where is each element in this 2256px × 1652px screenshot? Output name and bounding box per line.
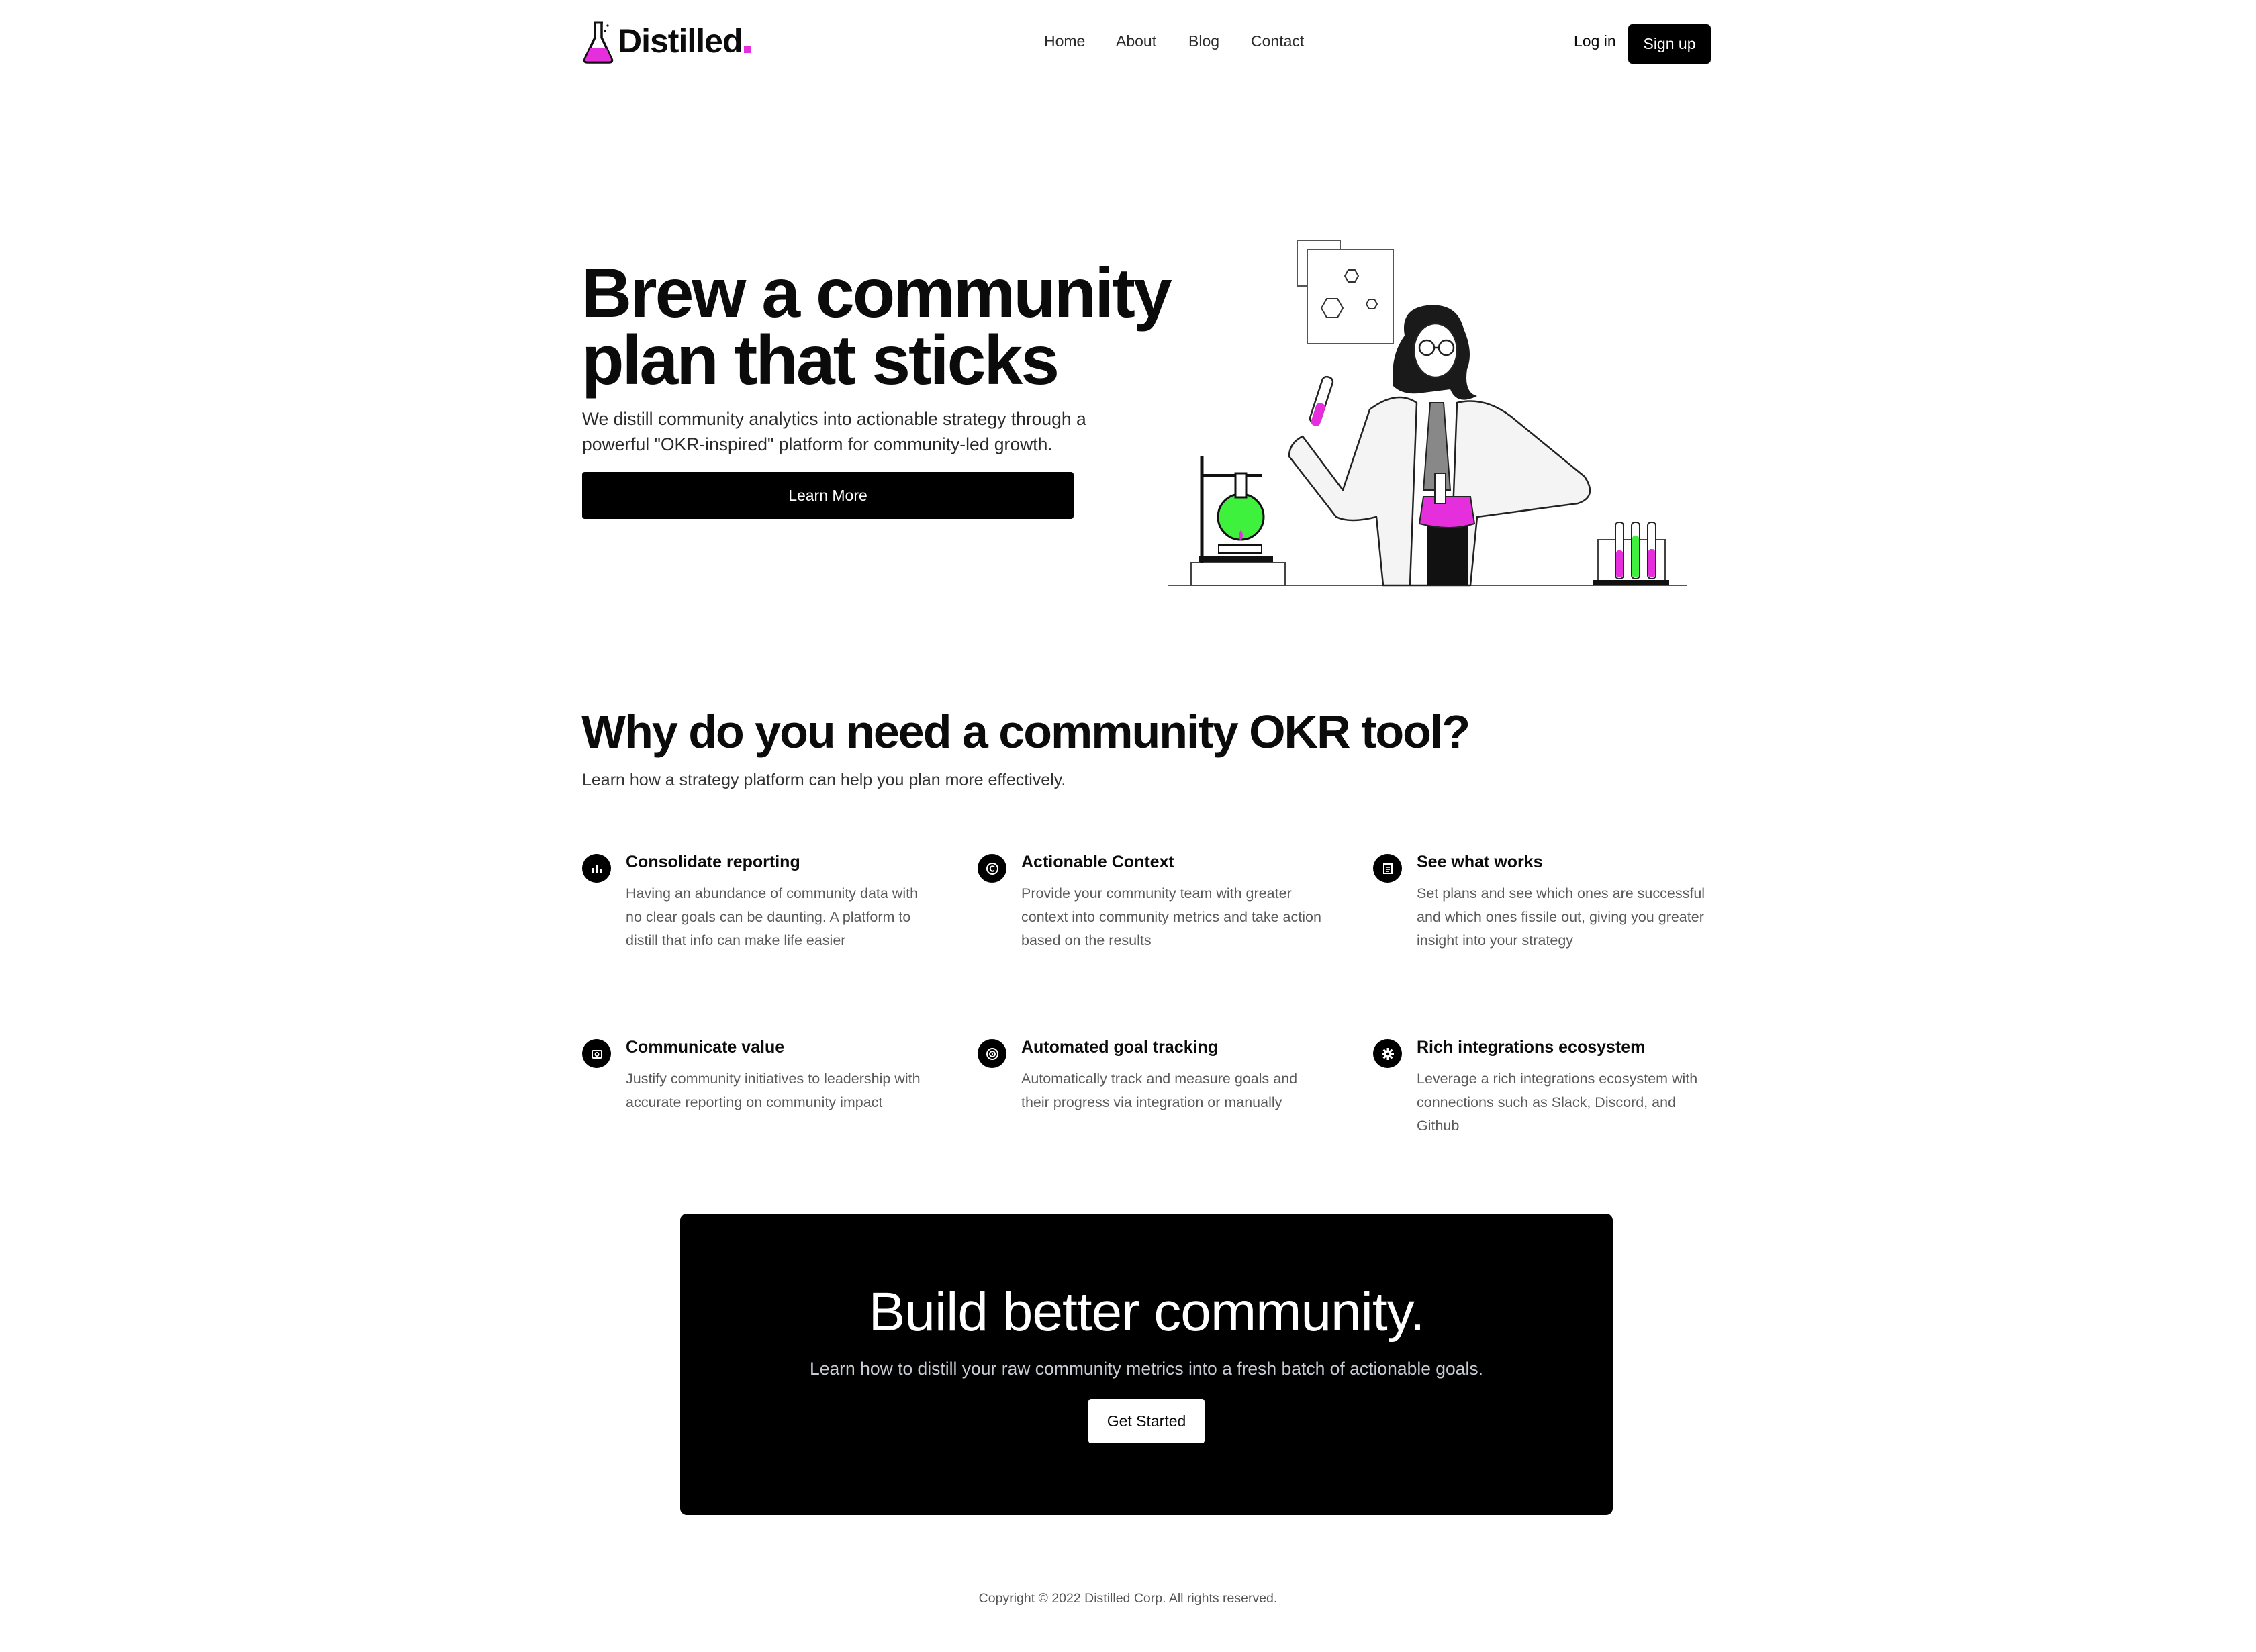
nav-about[interactable]: About <box>1116 32 1156 50</box>
learn-more-button[interactable]: Learn More <box>582 472 1074 519</box>
camera-icon <box>582 1039 611 1068</box>
hero-subtitle: We distill community analytics into acti… <box>582 409 1086 454</box>
brand-logo[interactable]: Distilled <box>581 17 752 64</box>
feature-title: Actionable Context <box>1021 853 1174 871</box>
feature-text: Leverage a rich integrations ecosystem w… <box>1417 1071 1698 1134</box>
get-started-button[interactable]: Get Started <box>1088 1399 1205 1443</box>
nav-blog[interactable]: Blog <box>1188 32 1219 50</box>
flask-icon <box>583 21 614 64</box>
cta-title: Build better community. <box>868 1281 1425 1343</box>
feature-text: Justify community initiatives to leaders… <box>626 1071 921 1110</box>
footer-copyright: Copyright © 2022 Distilled Corp. All rig… <box>978 1591 1278 1606</box>
feature-text: Automatically track and measure goals an… <box>1021 1071 1298 1110</box>
feature-title: See what works <box>1417 853 1543 871</box>
hero-title-line-1: Brew a community <box>581 254 1172 332</box>
target-icon <box>978 1039 1006 1068</box>
feature-text: Provide your community team with greater… <box>1021 885 1321 949</box>
login-link[interactable]: Log in <box>1574 32 1616 50</box>
feature-title: Consolidate reporting <box>626 853 800 871</box>
section-title: Why do you need a community OKR tool? <box>581 706 1470 758</box>
signup-button[interactable]: Sign up <box>1628 24 1711 64</box>
gear-icon <box>1373 1039 1402 1068</box>
section-subtitle: Learn how a strategy platform can help y… <box>582 771 1066 789</box>
bar-chart-icon <box>582 854 611 883</box>
feature-title: Communicate value <box>626 1038 785 1057</box>
cta-banner: Build better community. Learn how to dis… <box>680 1214 1613 1515</box>
feature-title: Rich integrations ecosystem <box>1417 1038 1646 1057</box>
nav-home[interactable]: Home <box>1044 32 1085 50</box>
cta-subtitle: Learn how to distill your raw community … <box>809 1359 1484 1379</box>
nav-contact[interactable]: Contact <box>1251 32 1304 50</box>
hero-title-line-2: plan that sticks <box>581 322 1060 399</box>
scientist-lab-illustration <box>1168 240 1687 587</box>
brand-name: Distilled <box>618 22 743 60</box>
feature-text: Set plans and see which ones are success… <box>1417 885 1705 949</box>
hero-title: Brew a community plan that sticks <box>581 258 1172 395</box>
feature-text: Having an abundance of community data wi… <box>626 885 919 949</box>
document-icon <box>1373 854 1402 883</box>
brand-dot <box>744 45 752 53</box>
feature-title: Automated goal tracking <box>1021 1038 1219 1057</box>
copyright-icon <box>978 854 1006 883</box>
